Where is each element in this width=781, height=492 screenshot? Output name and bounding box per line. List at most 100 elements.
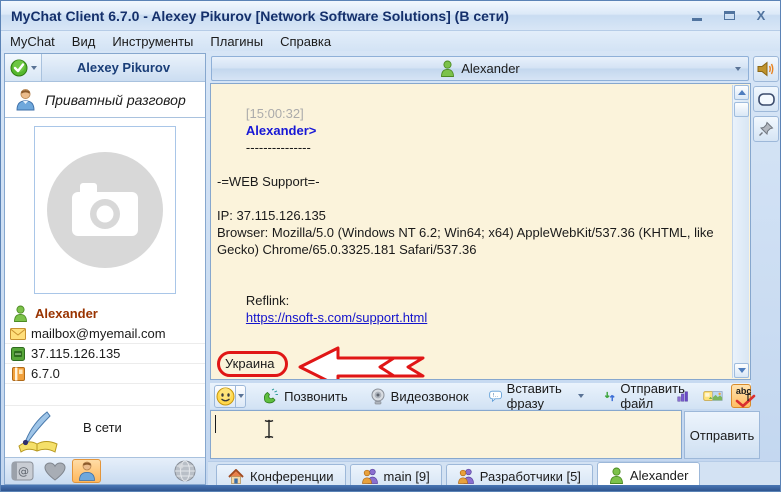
message-toolbar: Позвонить Видеозвонок !.. Вставить фразу	[210, 383, 751, 409]
emoticon-dropdown[interactable]	[236, 385, 246, 408]
contact-email: mailbox@myemail.com	[31, 326, 166, 341]
window-controls: X	[688, 8, 770, 24]
avatar[interactable]	[34, 126, 176, 294]
contact-ip: 37.115.126.135	[31, 346, 120, 361]
chevron-down-icon	[578, 394, 584, 398]
minimize-icon[interactable]	[688, 8, 706, 24]
menu-bar: MyChat Вид Инструменты Плагины Справка	[1, 31, 780, 51]
clipped-toolbar-label: т	[745, 389, 751, 404]
chat-scrollbar[interactable]	[732, 85, 749, 378]
webcam-icon	[370, 388, 386, 405]
contacts-book-button[interactable]: @	[8, 459, 37, 483]
group-icon	[362, 468, 378, 484]
ip-icon	[5, 347, 31, 361]
email-icon	[5, 328, 31, 340]
contact-version-row: 6.7.0	[5, 364, 205, 384]
person-icon	[78, 461, 96, 481]
scroll-down-icon[interactable]	[734, 363, 749, 378]
chat-log[interactable]: [15:00:32] Alexander> --------------- -=…	[210, 83, 751, 380]
status-block: В сети	[5, 406, 205, 459]
emoticon-icon	[216, 387, 235, 406]
web-button[interactable]	[170, 459, 199, 483]
emoticon-button[interactable]	[214, 385, 236, 408]
window-style-icon	[758, 93, 775, 106]
window-style-button[interactable]	[753, 86, 779, 112]
insert-phrase-button[interactable]: !.. Вставить фразу	[489, 381, 584, 411]
send-file-arrows-icon	[604, 389, 615, 404]
tab-main[interactable]: main [9]	[350, 464, 442, 487]
title-bar: MyChat Client 6.7.0 - Alexey Pikurov [Ne…	[1, 1, 780, 31]
send-button[interactable]: Отправить	[684, 411, 760, 459]
annotation-row: Украина	[217, 346, 726, 380]
photo-area	[5, 118, 205, 302]
chat-message: Reflink: https://nsoft-s.com/support.htm…	[217, 275, 726, 343]
chat-message: -=WEB Support=-	[217, 173, 726, 190]
mychat-window: MyChat Client 6.7.0 - Alexey Pikurov [Ne…	[0, 0, 781, 492]
globe-icon	[174, 460, 196, 482]
menu-mychat[interactable]: MyChat	[10, 34, 55, 49]
user-online-icon	[13, 305, 28, 322]
camera-placeholder-icon	[45, 150, 165, 270]
chat-header[interactable]: Alexander	[211, 56, 749, 81]
phrase-bubble-icon: !..	[489, 388, 502, 404]
call-button[interactable]: Позвонить	[262, 388, 348, 404]
pin-button[interactable]	[753, 116, 779, 142]
own-user-name: Alexey Pikurov	[42, 54, 205, 81]
conversation-tabs: Конференции main [9] Разработчик	[208, 461, 780, 487]
sound-button[interactable]	[753, 56, 779, 82]
group-icon	[458, 468, 474, 484]
tab-conferences[interactable]: Конференции	[216, 464, 346, 487]
menu-tools[interactable]: Инструменты	[112, 34, 193, 49]
stats-chart-icon[interactable]	[677, 389, 689, 404]
contact-version: 6.7.0	[31, 366, 60, 381]
private-talk-row: Приватный разговор	[5, 82, 205, 118]
scroll-up-icon[interactable]	[734, 85, 749, 100]
support-link[interactable]: https://nsoft-s.com/support.html	[246, 310, 427, 325]
user-online-icon	[440, 60, 455, 77]
text-caret	[215, 415, 216, 433]
sidebar: Alexey Pikurov Приватный разговор	[4, 53, 206, 485]
address-book-icon: @	[11, 461, 34, 481]
status-button[interactable]	[5, 54, 42, 81]
tab-alexander[interactable]: Alexander	[597, 462, 701, 487]
image-icon[interactable]	[712, 389, 723, 403]
annotation-arrow-icon	[297, 346, 427, 380]
contact-ip-row: 37.115.126.135	[5, 344, 205, 364]
video-call-button[interactable]: Видеозвонок	[370, 388, 469, 405]
chat-message: Browser: Mozilla/5.0 (Windows NT 6.2; Wi…	[217, 224, 737, 258]
sound-icon	[757, 61, 775, 77]
pin-icon	[758, 121, 774, 137]
phone-icon	[262, 388, 279, 404]
home-icon	[228, 469, 244, 484]
message-input[interactable]	[210, 410, 682, 459]
status-online-icon	[10, 59, 28, 77]
heart-icon	[44, 462, 66, 481]
info-empty-row	[5, 384, 205, 406]
close-icon[interactable]: X	[752, 8, 770, 24]
profile-button[interactable]	[72, 459, 101, 483]
ibeam-cursor	[263, 419, 275, 439]
menu-view[interactable]: Вид	[72, 34, 96, 49]
contact-row: Alexander	[5, 302, 205, 324]
private-talk-label: Приватный разговор	[45, 92, 186, 108]
scroll-thumb[interactable]	[734, 102, 749, 117]
quill-book-icon	[13, 410, 61, 456]
sidebar-toolbar: @	[5, 457, 205, 484]
status-message[interactable]: В сети	[83, 420, 122, 435]
window-title: MyChat Client 6.7.0 - Alexey Pikurov [Ne…	[11, 8, 509, 24]
svg-text:!..: !..	[492, 393, 498, 399]
maximize-icon[interactable]	[720, 8, 738, 24]
chevron-down-icon	[31, 66, 37, 70]
contact-email-row: mailbox@myemail.com	[5, 324, 205, 344]
menu-help[interactable]: Справка	[280, 34, 331, 49]
chevron-down-icon	[735, 67, 741, 71]
chat-header-title: Alexander	[461, 61, 520, 76]
menu-plugins[interactable]: Плагины	[210, 34, 263, 49]
annotation-circle: Украина	[217, 351, 288, 377]
tab-developers[interactable]: Разработчики [5]	[446, 464, 593, 487]
contact-name: Alexander	[35, 306, 98, 321]
user-online-icon	[609, 467, 624, 484]
svg-text:@: @	[18, 465, 29, 478]
chat-message: [15:00:32] Alexander> ---------------	[217, 88, 726, 173]
favorites-button[interactable]	[40, 459, 69, 483]
